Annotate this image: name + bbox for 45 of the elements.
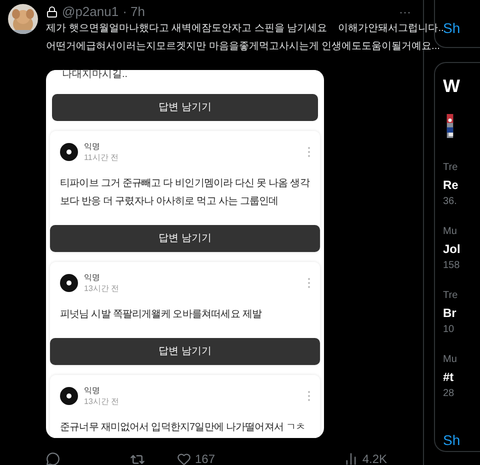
trend-count: 36. bbox=[443, 195, 458, 209]
show-more-link[interactable]: Sh bbox=[443, 430, 480, 451]
question-text: 피넛님 시발 쪽팔리게왤케 오바를쳐떠세요 제발 bbox=[59, 308, 263, 322]
trend-item[interactable]: Tre Br 10 bbox=[443, 288, 480, 338]
more-button[interactable]: ··· bbox=[399, 4, 411, 20]
trend-category: Tre bbox=[443, 289, 459, 303]
tweet-text: 어떤거에급혀서이러는지모르겟지만 마음을좋게먹고사시는게 인생에도도움이될거예요... bbox=[46, 40, 440, 54]
reply-button[interactable]: 답변 남기기 bbox=[52, 94, 318, 121]
tweet-handle[interactable]: @p2anu1 bbox=[62, 4, 119, 20]
post-time: 13시간 전 bbox=[84, 283, 120, 294]
question-text: 티파이브 그거 준규빼고 다 비인기멤이라 다신 못 나옴 생각보다 반응 더 구렸자나 아사히로 먹고 사는 그룹인데 bbox=[59, 177, 311, 209]
reply-button[interactable]: 답변 남기기 bbox=[50, 338, 320, 365]
trend-count: 28 bbox=[443, 387, 456, 401]
trend-category: Tre bbox=[443, 161, 459, 175]
question-text: 준규너무 재미없어서 입덕한지7일만에 나가떨어져서 ㄱㅊ bbox=[59, 421, 306, 435]
avatar-icon bbox=[60, 143, 78, 161]
trend-item[interactable]: Mu Jol 158 bbox=[443, 224, 480, 274]
tweet-text: 제가 햇으면월얼마나했다고 새벽에잠도안자고 스핀을 남기세요 이해가안돼서그럽니다.. bbox=[46, 23, 444, 36]
trend-item[interactable]: Mu #t 28 bbox=[443, 352, 480, 402]
trend-category: Mu bbox=[443, 225, 458, 239]
lock-icon bbox=[46, 6, 58, 18]
trend-name: #t bbox=[443, 369, 455, 386]
post-time: 13시간 전 bbox=[84, 396, 120, 407]
bar-chart-icon bbox=[344, 452, 358, 465]
reply-button[interactable]: 답변 남기기 bbox=[50, 225, 320, 252]
avatar-icon bbox=[60, 387, 78, 405]
trend-category: Mu bbox=[443, 353, 458, 367]
heart-icon bbox=[177, 452, 191, 465]
avatar-icon bbox=[60, 274, 78, 292]
show-more-link[interactable]: Sh bbox=[443, 18, 460, 39]
author-name: 익명 bbox=[84, 385, 101, 396]
trend-item[interactable]: Tre Re 36. bbox=[443, 160, 480, 210]
panel-title: W bbox=[443, 75, 461, 98]
trend-name: Re bbox=[443, 177, 460, 194]
views-button[interactable]: 4.2K bbox=[344, 450, 387, 465]
tweet-time: · 7h bbox=[122, 4, 145, 20]
trend-name: Br bbox=[443, 305, 458, 322]
trend-name: Jol bbox=[443, 241, 462, 258]
reply-icon[interactable] bbox=[46, 452, 60, 465]
author-name: 익명 bbox=[84, 272, 101, 283]
author-name: 익명 bbox=[84, 141, 101, 152]
trend-count: 10 bbox=[443, 323, 456, 337]
like-button[interactable]: 167 bbox=[177, 450, 216, 465]
trend-count: 158 bbox=[443, 259, 461, 273]
post-time: 11시간 전 bbox=[84, 152, 120, 163]
